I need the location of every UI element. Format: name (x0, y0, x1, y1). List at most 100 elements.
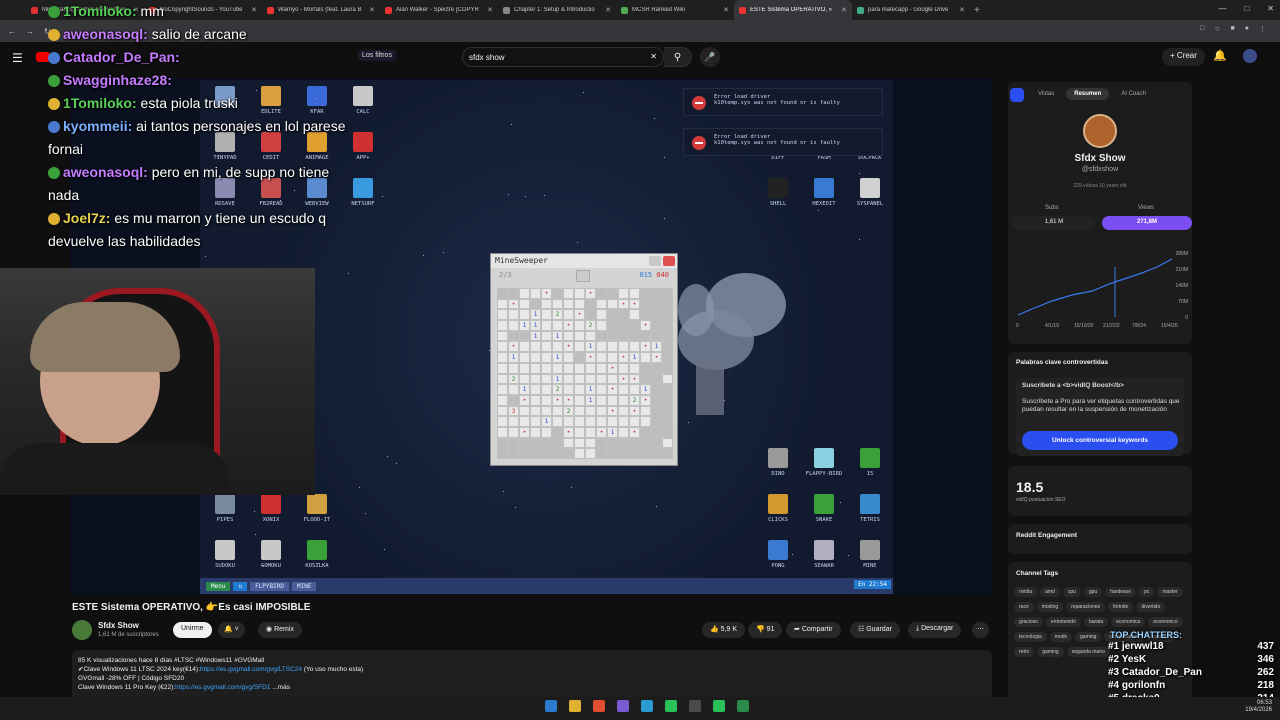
desktop-icon[interactable]: DINO (755, 448, 801, 477)
mine-cell[interactable] (651, 437, 662, 449)
mine-cell[interactable] (508, 416, 519, 427)
mine-cell[interactable] (497, 330, 508, 342)
channel-tag[interactable]: nvidia (1014, 587, 1038, 597)
mine-cell[interactable] (596, 384, 607, 395)
mine-cell[interactable] (596, 437, 607, 449)
minesweeper-window[interactable]: MineSweeper 2/3 015 040 • • • • • 1 2 • 1 1 • 2 • 1 1 •… (490, 253, 678, 466)
mine-cell[interactable] (497, 298, 508, 310)
mine-cell[interactable] (618, 341, 629, 353)
mine-cell[interactable] (629, 330, 640, 342)
maximize-icon[interactable]: □ (1244, 4, 1249, 13)
mine-cell[interactable] (585, 405, 596, 417)
mine-cell[interactable] (563, 437, 574, 449)
error-toast[interactable]: Error load driver k10temp.sys was not fou… (683, 88, 883, 116)
new-tab-icon[interactable]: + (974, 5, 980, 16)
mine-cell[interactable]: • (552, 394, 563, 406)
mine-cell[interactable] (574, 416, 585, 427)
mine-cell[interactable] (563, 309, 574, 321)
mine-cell[interactable]: • (629, 426, 640, 438)
mine-cell[interactable] (541, 341, 552, 353)
mine-cell[interactable] (530, 362, 541, 374)
mine-cell[interactable]: 2 (629, 394, 640, 406)
mine-cell[interactable] (519, 373, 530, 385)
mine-cell[interactable] (662, 288, 673, 299)
mine-cell[interactable]: • (629, 373, 640, 385)
mine-cell[interactable] (497, 288, 508, 299)
subs-value[interactable]: 1,61 M (1012, 216, 1096, 230)
mine-cell[interactable] (530, 405, 541, 417)
mine-cell[interactable] (497, 437, 508, 449)
os-task-mine[interactable]: MINE (291, 581, 317, 591)
mine-cell[interactable] (508, 426, 519, 438)
os-task-icon[interactable]: ⇅ (233, 581, 248, 591)
desc-link[interactable]: https://es.gvgmall.com/gvg/SFD1 (175, 684, 270, 691)
tab-close-icon[interactable]: ✕ (723, 6, 729, 14)
mine-cell[interactable] (640, 416, 651, 427)
channel-tag[interactable]: reparaciones (1066, 602, 1106, 612)
mine-cell[interactable] (618, 384, 629, 395)
mine-cell[interactable] (651, 384, 662, 395)
mine-cell[interactable] (541, 437, 552, 449)
mine-cell[interactable] (574, 330, 585, 342)
mine-cell[interactable] (662, 352, 673, 363)
mine-cell[interactable] (530, 437, 541, 449)
mine-cell[interactable] (618, 426, 629, 438)
mine-cell[interactable]: • (607, 405, 618, 417)
mine-cell[interactable] (618, 288, 629, 299)
mine-cell[interactable] (519, 341, 530, 353)
mine-cell[interactable]: 1 (552, 373, 563, 385)
mine-cell[interactable] (541, 298, 552, 310)
mine-cell[interactable]: 1 (530, 320, 541, 331)
mine-cell[interactable] (618, 416, 629, 427)
channel-tag[interactable]: amd (1040, 587, 1060, 597)
mine-cell[interactable]: • (508, 341, 519, 353)
excel-icon[interactable] (737, 700, 749, 712)
mine-cell[interactable] (607, 320, 618, 331)
mine-cell[interactable] (596, 416, 607, 427)
video-description[interactable]: 85 K visualizaciones hace 8 días #LTSC #… (72, 650, 992, 700)
mine-cell[interactable] (640, 298, 651, 310)
mine-cell[interactable] (497, 373, 508, 385)
mine-cell[interactable] (651, 448, 662, 459)
search-input[interactable]: sfdx show ✕ (462, 47, 664, 67)
mine-cell[interactable] (596, 448, 607, 459)
mine-cell[interactable] (508, 288, 519, 299)
mine-cell[interactable] (585, 426, 596, 438)
channel-tag[interactable]: master (1157, 587, 1183, 597)
mine-cell[interactable] (497, 352, 508, 363)
mine-cell[interactable] (541, 330, 552, 342)
channel-tag[interactable]: economico (1148, 617, 1183, 627)
error-toast[interactable]: Error load driver k10temp.sys was not fou… (683, 128, 883, 156)
mine-cell[interactable] (530, 394, 541, 406)
mine-cell[interactable]: 1 (585, 341, 596, 353)
tab-close-icon[interactable]: ✕ (487, 6, 493, 14)
mine-cell[interactable] (541, 320, 552, 331)
mine-cell[interactable] (596, 288, 607, 299)
chrome-icon[interactable] (593, 700, 605, 712)
mine-cell[interactable] (596, 352, 607, 363)
mine-cell[interactable]: 1 (585, 394, 596, 406)
mine-cell[interactable] (629, 416, 640, 427)
tab-close-icon[interactable]: ✕ (605, 6, 611, 14)
mine-cell[interactable] (552, 437, 563, 449)
desktop-icon[interactable]: TETRIS (847, 494, 893, 523)
mine-cell[interactable]: • (563, 320, 574, 331)
join-button[interactable]: Unirme (173, 622, 212, 638)
mine-cell[interactable] (651, 362, 662, 374)
mine-cell[interactable] (508, 362, 519, 374)
mine-cell[interactable] (552, 426, 563, 438)
mine-cell[interactable] (662, 426, 673, 438)
more-actions-button[interactable]: ⋯ (972, 622, 989, 638)
minesweeper-grid[interactable]: • • • • • 1 2 • 1 1 • 2 • 1 1 • • 1 • 1 1 1 • • 1 • • 2 1 • • 1 2 1 • 1 • • • 1… (497, 288, 673, 460)
channel-tag[interactable]: gpu (1083, 587, 1103, 597)
tab-ai-coach[interactable]: AI Coach (1113, 88, 1154, 100)
mine-cell[interactable] (530, 288, 541, 299)
mine-cell[interactable] (574, 394, 585, 406)
mine-cell[interactable] (629, 341, 640, 353)
mine-cell[interactable] (574, 437, 585, 449)
mine-cell[interactable] (541, 426, 552, 438)
mine-cell[interactable] (640, 352, 651, 363)
mine-cell[interactable] (574, 362, 585, 374)
browser-tab[interactable]: Alan Walker - Spectre [COPYR ✕ (380, 0, 498, 20)
hamburger-icon[interactable]: ☰ (12, 51, 23, 65)
